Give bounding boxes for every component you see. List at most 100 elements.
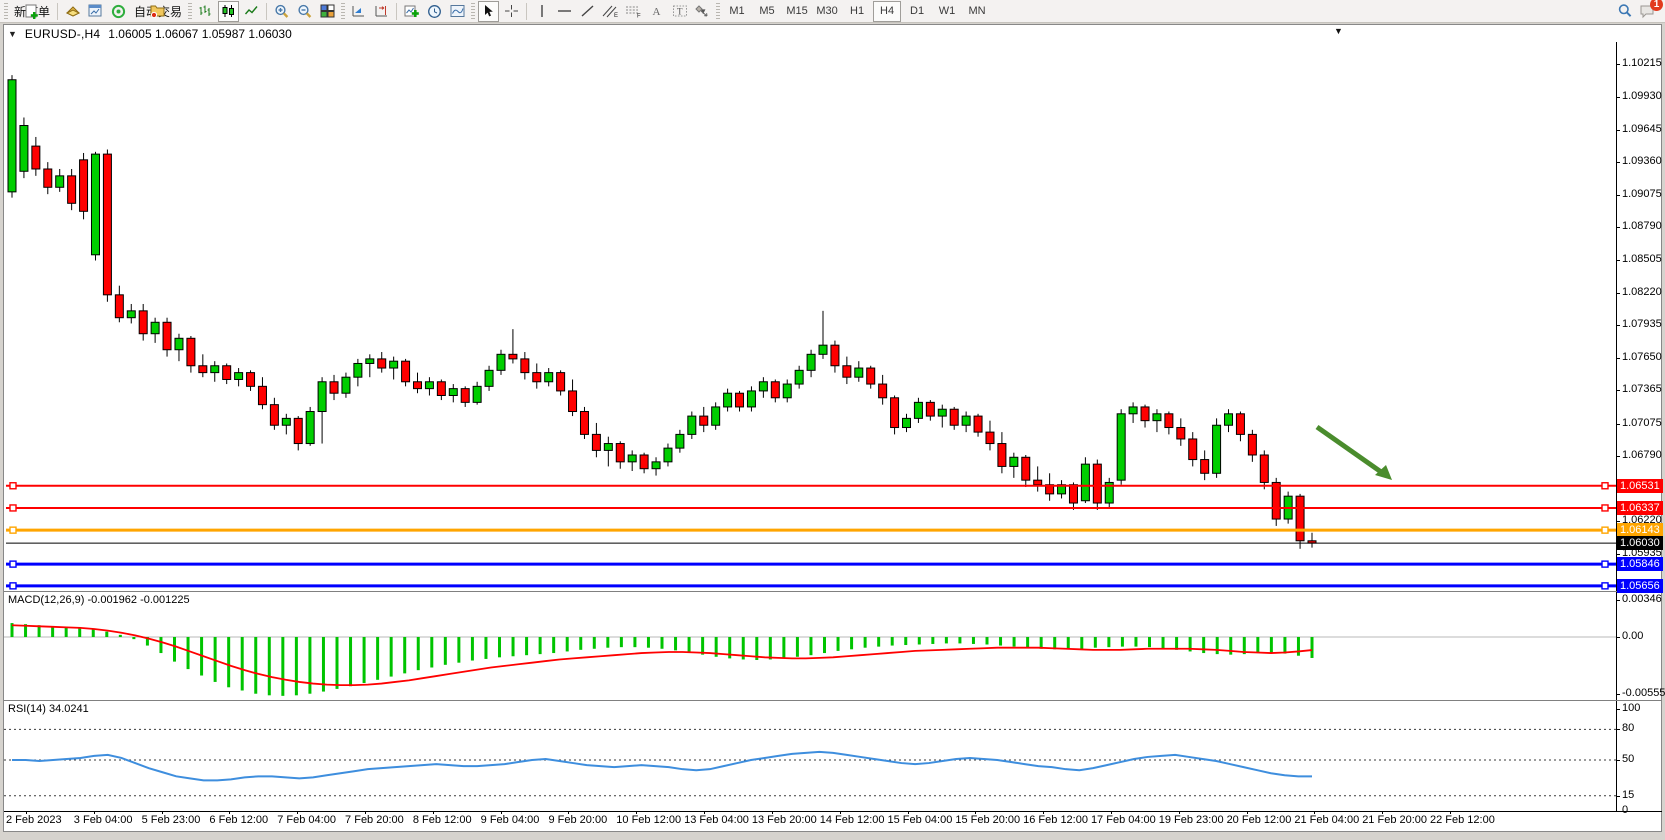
tile-windows-icon — [320, 4, 335, 18]
time-axis-label: 20 Feb 12:00 — [1227, 814, 1292, 826]
toolbar-grip[interactable] — [716, 3, 720, 20]
crosshair-icon — [504, 4, 519, 18]
macd-panel-canvas[interactable] — [4, 592, 1616, 700]
vertical-line-tool-button[interactable] — [531, 1, 552, 22]
time-axis-label: 6 Feb 12:00 — [209, 814, 268, 826]
panel-separator[interactable] — [4, 591, 1662, 592]
rsi-tick-label: 15 — [1622, 789, 1634, 801]
macd-label: MACD(12,26,9) -0.001962 -0.001225 — [8, 594, 190, 606]
price-line-badge: 1.06337 — [1617, 501, 1663, 515]
add-indicator-icon — [404, 4, 420, 18]
price-line-badge: 1.05846 — [1617, 557, 1663, 571]
timeframe-m5-button[interactable]: M5 — [753, 1, 781, 22]
equidistant-channel-icon: E — [602, 4, 619, 18]
chart-shift-icon — [374, 4, 389, 18]
chart-titlebar[interactable]: ▼ EURUSD-,H4 1.06005 1.06067 1.05987 1.0… — [4, 26, 1660, 42]
market-book-icon — [65, 4, 81, 18]
time-axis-label: 7 Feb 04:00 — [277, 814, 336, 826]
toolbar-grip[interactable] — [188, 3, 192, 20]
candlestick-icon — [221, 4, 236, 18]
toolbar-separator — [396, 3, 397, 20]
time-axis-label: 14 Feb 12:00 — [820, 814, 885, 826]
price-chart-canvas[interactable] — [4, 42, 1616, 591]
timeframe-h4-button[interactable]: H4 — [873, 1, 901, 22]
bar-chart-icon — [198, 4, 213, 18]
timeframe-m1-button[interactable]: M1 — [723, 1, 751, 22]
trendline-tool-button[interactable] — [577, 1, 598, 22]
price-tick-label: 1.08505 — [1622, 253, 1662, 265]
timeframe-mn-button[interactable]: MN — [963, 1, 991, 22]
toolbar-grip[interactable] — [341, 3, 345, 20]
signals-button[interactable] — [108, 1, 129, 22]
timeframe-w1-button[interactable]: W1 — [933, 1, 961, 22]
timeframe-h1-button[interactable]: H1 — [843, 1, 871, 22]
trendline-icon — [580, 4, 595, 18]
price-line-badge: 1.06531 — [1617, 479, 1663, 493]
auto-scroll-icon — [351, 4, 366, 18]
market-watch-button[interactable] — [62, 1, 83, 22]
price-tick-label: 1.07650 — [1622, 351, 1662, 363]
time-axis-label: 17 Feb 04:00 — [1091, 814, 1156, 826]
price-tick-label: 1.07075 — [1622, 417, 1662, 429]
time-axis-label: 16 Feb 12:00 — [1023, 814, 1088, 826]
time-axis-label: 13 Feb 04:00 — [684, 814, 749, 826]
time-axis-label: 15 Feb 20:00 — [955, 814, 1020, 826]
time-axis-line — [4, 811, 1662, 812]
shapes-tool-button[interactable]: ▼ — [692, 1, 713, 22]
search-button[interactable] — [1614, 1, 1635, 22]
chart-ohlc-values: 1.06005 1.06067 1.05987 1.06030 — [108, 27, 292, 41]
data-window-button[interactable] — [85, 1, 106, 22]
expand-caret-icon[interactable]: ▼ — [8, 29, 17, 39]
notifications-button[interactable]: 1 — [1637, 1, 1658, 22]
toolbar-separator — [526, 3, 527, 20]
chart-shift-button[interactable] — [371, 1, 392, 22]
macd-tick-label: 0.00346 — [1622, 593, 1662, 605]
rsi-tick-label: 100 — [1622, 702, 1640, 714]
rsi-panel-canvas[interactable] — [4, 701, 1616, 811]
zoom-out-button[interactable] — [294, 1, 315, 22]
text-label-tool-button[interactable]: T — [669, 1, 690, 22]
price-tick-label: 1.08790 — [1622, 220, 1662, 232]
candlestick-mode-button[interactable] — [218, 1, 239, 22]
tile-windows-button[interactable] — [317, 1, 338, 22]
data-window-icon — [88, 4, 103, 18]
new-order-button[interactable]: 新订单 — [11, 1, 53, 22]
timeframe-d1-button[interactable]: D1 — [903, 1, 931, 22]
fibonacci-tool-button[interactable]: F — [623, 1, 644, 22]
timeframe-m30-button[interactable]: M30 — [813, 1, 841, 22]
crosshair-tool-button[interactable] — [501, 1, 522, 22]
timeframe-m15-button[interactable]: M15 — [783, 1, 811, 22]
indicators-button[interactable]: ▼ — [401, 1, 422, 22]
line-chart-mode-button[interactable] — [241, 1, 262, 22]
timeframe-toolbar: M1M5M15M30H1H4D1W1MN — [722, 1, 992, 22]
toolbar-grip[interactable] — [4, 3, 8, 20]
time-axis-label: 19 Feb 23:00 — [1159, 814, 1224, 826]
rsi-tick-label: 50 — [1622, 753, 1634, 765]
panel-separator[interactable] — [4, 700, 1662, 701]
mt4-application-window: 新订单 自动交易 — [0, 0, 1665, 840]
price-tick-label: 1.10215 — [1622, 57, 1662, 69]
periods-button[interactable]: ▼ — [424, 1, 445, 22]
new-order-icon — [25, 4, 40, 19]
cursor-tool-button[interactable] — [478, 1, 499, 22]
price-tick-label: 1.09075 — [1622, 188, 1662, 200]
shapes-icon — [695, 4, 710, 18]
bar-chart-mode-button[interactable] — [195, 1, 216, 22]
search-icon — [1617, 3, 1633, 19]
auto-scroll-button[interactable] — [348, 1, 369, 22]
auto-trading-button[interactable]: 自动交易 — [131, 1, 185, 22]
horizontal-line-tool-button[interactable] — [554, 1, 575, 22]
one-click-caret-icon[interactable]: ▼ — [1334, 26, 1343, 36]
macd-tick-label: -0.005553 — [1622, 687, 1665, 699]
svg-text:A: A — [653, 6, 661, 18]
price-tick-label: 1.09645 — [1622, 123, 1662, 135]
zoom-in-icon — [274, 4, 290, 19]
toolbar-separator — [57, 3, 58, 20]
toolbar-grip[interactable] — [471, 3, 475, 20]
channel-tool-button[interactable]: E — [600, 1, 621, 22]
price-line-badge: 1.06030 — [1617, 536, 1663, 550]
main-toolbar: 新订单 自动交易 — [0, 0, 1665, 23]
zoom-in-button[interactable] — [271, 1, 292, 22]
templates-button[interactable]: ▼ — [447, 1, 468, 22]
text-tool-button[interactable]: A — [646, 1, 667, 22]
